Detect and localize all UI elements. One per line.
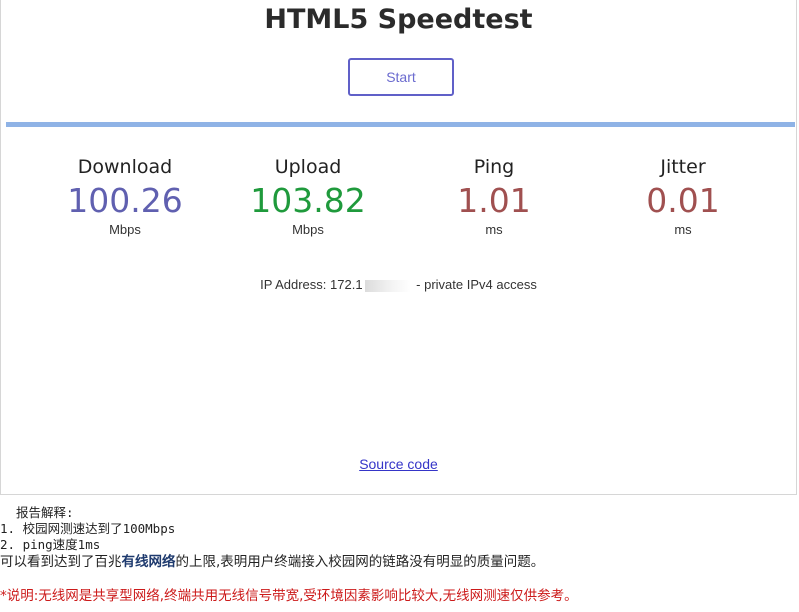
report-conclusion: 可以看到达到了百兆有线网络的上限,表明用户终端接入校园网的链路没有明显的质量问题… xyxy=(0,553,544,571)
report-explanation: 报告解释: 1. 校园网测速达到了100Mbps 2. ping速度1ms 可以… xyxy=(0,505,544,571)
ping-value: 1.01 xyxy=(457,181,531,220)
test-progress-fill xyxy=(6,122,795,127)
report-item-1: 1. 校园网测速达到了100Mbps xyxy=(0,521,176,536)
download-metric: Download 100.26 Mbps xyxy=(30,154,220,237)
upload-metric: Upload 103.82 Mbps xyxy=(213,154,403,237)
download-value: 100.26 xyxy=(67,181,183,220)
page-title: HTML5 Speedtest xyxy=(264,4,533,35)
ip-address-line: IP Address: 172.1 - private IPv4 access xyxy=(1,277,796,292)
ping-label: Ping xyxy=(473,156,515,178)
ping-metric: Ping 1.01 ms xyxy=(399,154,589,237)
test-progress-bar xyxy=(6,122,795,127)
start-button[interactable]: Start xyxy=(348,58,454,96)
ip-address-suffix: - private IPv4 access xyxy=(412,277,537,292)
download-label: Download xyxy=(77,156,173,178)
ip-address-prefix: IP Address: 172.1 xyxy=(260,277,363,292)
report-item-2: 2. ping速度1ms xyxy=(0,537,101,552)
jitter-unit: ms xyxy=(674,222,692,237)
conclusion-pre: 可以看到达到了百兆 xyxy=(0,554,122,570)
speedtest-panel: HTML5 Speedtest Start Download 100.26 Mb… xyxy=(0,0,797,495)
conclusion-post: 的上限,表明用户终端接入校园网的链路没有明显的质量问题。 xyxy=(175,554,545,570)
ping-unit: ms xyxy=(485,222,503,237)
source-link-container: Source code xyxy=(1,454,796,473)
source-code-link[interactable]: Source code xyxy=(359,456,438,472)
jitter-metric: Jitter 0.01 ms xyxy=(588,154,778,237)
download-unit: Mbps xyxy=(109,222,141,237)
ip-redaction xyxy=(364,279,411,292)
wireless-notice: *说明:无线网是共享型网络,终端共用无线信号带宽,受环境因素影响比较大,无线网测… xyxy=(0,588,578,604)
upload-unit: Mbps xyxy=(292,222,324,237)
jitter-label: Jitter xyxy=(660,156,706,178)
upload-value: 103.82 xyxy=(250,181,366,220)
report-heading: 报告解释: xyxy=(16,505,74,520)
upload-label: Upload xyxy=(274,156,342,178)
conclusion-highlight: 有线网络 xyxy=(121,554,176,570)
jitter-value: 0.01 xyxy=(646,181,720,220)
